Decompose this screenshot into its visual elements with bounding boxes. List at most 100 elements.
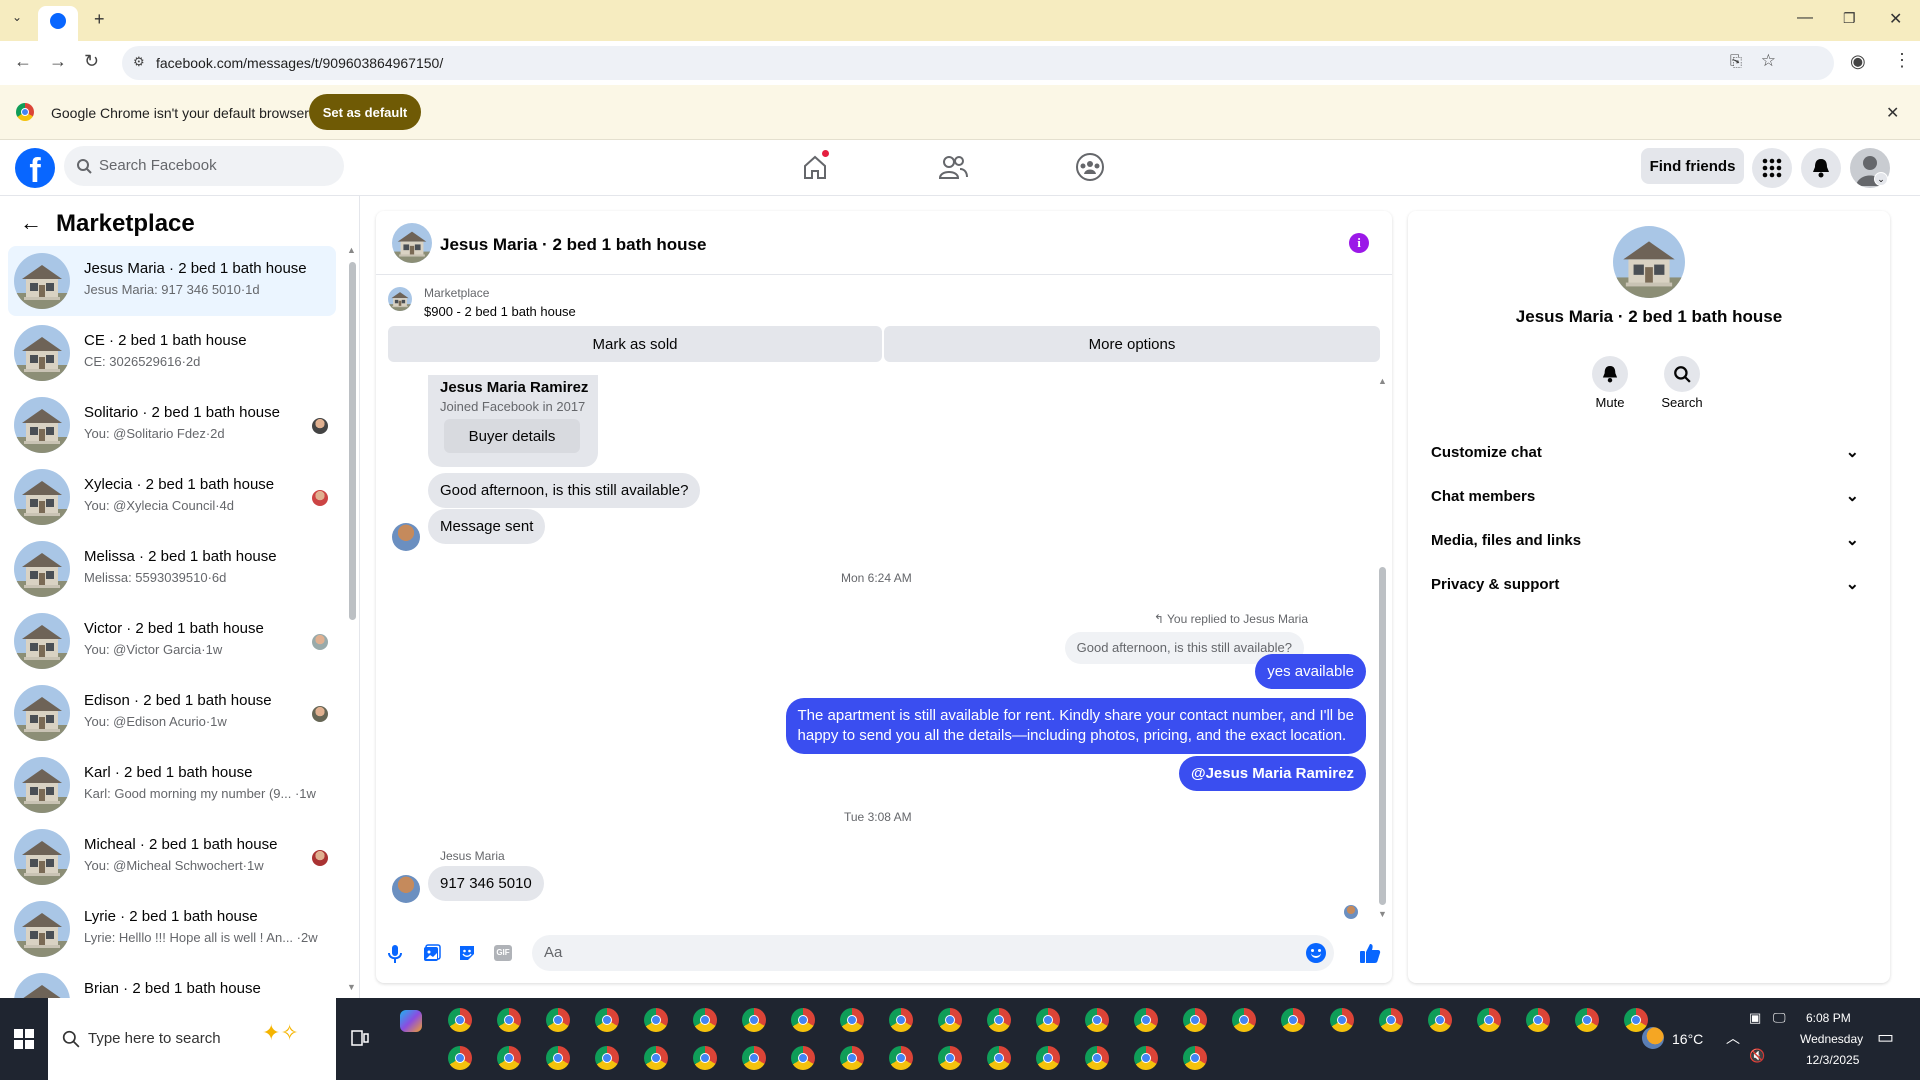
forward-icon[interactable]: → xyxy=(49,51,67,72)
conversation-item[interactable]: CE · 2 bed 1 bath house CE: 3026529616·2d xyxy=(8,318,336,388)
network-icon[interactable]: 🖵 xyxy=(1773,1010,1786,1026)
notifications-button[interactable] xyxy=(1801,148,1841,188)
outgoing-mention[interactable]: @Jesus Maria Ramirez xyxy=(1178,756,1366,791)
chrome-window-icon[interactable] xyxy=(1134,1008,1158,1032)
chrome-window-icon[interactable] xyxy=(791,1046,815,1070)
chrome-window-icon[interactable] xyxy=(889,1046,913,1070)
conversation-item[interactable]: Melissa · 2 bed 1 bath house Melissa: 559… xyxy=(8,534,336,604)
temperature[interactable]: 16°C xyxy=(1672,1031,1703,1047)
chrome-window-icon[interactable] xyxy=(1330,1008,1354,1032)
chrome-window-icon[interactable] xyxy=(791,1008,815,1032)
emoji-icon[interactable] xyxy=(1306,943,1326,963)
listing-price[interactable]: $900 - 2 bed 1 bath house xyxy=(424,304,576,319)
gif-icon[interactable]: GIF xyxy=(494,945,512,961)
clock-time[interactable]: 6:08 PM xyxy=(1806,1011,1851,1025)
set-as-default-button[interactable]: Set as default xyxy=(309,94,421,130)
sticker-icon[interactable] xyxy=(458,944,476,962)
chrome-window-icon[interactable] xyxy=(1085,1046,1109,1070)
incoming-message[interactable]: Good afternoon, is this still available? xyxy=(428,473,701,508)
incoming-message[interactable]: Message sent xyxy=(428,509,546,544)
chrome-window-icon[interactable] xyxy=(1232,1008,1256,1032)
chrome-window-icon[interactable] xyxy=(1134,1046,1158,1070)
chrome-window-icon[interactable] xyxy=(1428,1008,1452,1032)
message-input[interactable]: Aa xyxy=(532,935,1334,971)
chrome-window-icon[interactable] xyxy=(987,1046,1011,1070)
profile-icon[interactable]: ◉ xyxy=(1850,51,1866,72)
scroll-up-icon[interactable]: ▲ xyxy=(347,245,356,255)
listing-thumbnail[interactable] xyxy=(388,287,412,311)
conversation-item[interactable]: Karl · 2 bed 1 bath house Karl: Good morn… xyxy=(8,750,336,820)
chat-scroll-down-icon[interactable]: ▼ xyxy=(1378,909,1387,919)
home-icon[interactable] xyxy=(801,153,829,181)
taskbar-search[interactable]: Type here to search ✦✧ xyxy=(48,998,336,1080)
scroll-down-icon[interactable]: ▼ xyxy=(347,982,356,992)
chrome-window-icon[interactable] xyxy=(840,1008,864,1032)
conversation-item[interactable]: Micheal · 2 bed 1 bath house You: @Michea… xyxy=(8,822,336,892)
details-section[interactable]: Customize chat ⌄ xyxy=(1425,434,1865,470)
minimize-icon[interactable]: — xyxy=(1797,9,1813,27)
install-app-icon[interactable]: ⎘ xyxy=(1730,53,1742,70)
conversation-item[interactable]: Edison · 2 bed 1 bath house You: @Edison … xyxy=(8,678,336,748)
task-view-icon[interactable] xyxy=(351,1028,369,1048)
chrome-window-icon[interactable] xyxy=(1281,1008,1305,1032)
infobar-close-icon[interactable]: ✕ xyxy=(1886,103,1899,123)
chrome-window-icon[interactable] xyxy=(448,1008,472,1032)
windows-start-icon[interactable] xyxy=(14,1029,34,1049)
tab-search-icon[interactable]: ⌄ xyxy=(12,10,22,24)
account-chevron-icon[interactable]: ⌄ xyxy=(1874,172,1888,186)
chrome-window-icon[interactable] xyxy=(497,1046,521,1070)
chat-title[interactable]: Jesus Maria · 2 bed 1 bath house xyxy=(440,235,706,255)
chrome-window-icon[interactable] xyxy=(595,1008,619,1032)
weather-icon[interactable] xyxy=(1642,1027,1664,1049)
chrome-window-icon[interactable] xyxy=(1477,1008,1501,1032)
outgoing-message-long[interactable]: The apartment is still available for ren… xyxy=(785,698,1366,754)
bookmark-star-icon[interactable]: ☆ xyxy=(1761,51,1776,71)
chrome-window-icon[interactable] xyxy=(595,1046,619,1070)
close-window-icon[interactable]: ✕ xyxy=(1889,9,1902,29)
chrome-window-icon[interactable] xyxy=(693,1008,717,1032)
like-thumb-icon[interactable] xyxy=(1359,942,1381,964)
sender-avatar[interactable] xyxy=(392,523,420,551)
conversation-item[interactable]: Brian · 2 bed 1 bath house xyxy=(8,966,336,998)
chrome-window-icon[interactable] xyxy=(1379,1008,1403,1032)
clock-date[interactable]: 12/3/2025 xyxy=(1806,1053,1859,1067)
chrome-window-icon[interactable] xyxy=(987,1008,1011,1032)
details-avatar[interactable] xyxy=(1613,226,1685,298)
back-arrow-icon[interactable]: ← xyxy=(20,210,42,236)
friends-icon[interactable] xyxy=(938,153,968,181)
chrome-window-icon[interactable] xyxy=(889,1008,913,1032)
chrome-window-icon[interactable] xyxy=(546,1008,570,1032)
mark-as-sold-button[interactable]: Mark as sold xyxy=(388,326,882,362)
find-friends-button[interactable]: Find friends xyxy=(1641,148,1744,184)
conversation-item[interactable]: Solitario · 2 bed 1 bath house You: @Soli… xyxy=(8,390,336,460)
facebook-search-input[interactable]: Search Facebook xyxy=(64,146,344,186)
chrome-window-icon[interactable] xyxy=(742,1008,766,1032)
chrome-window-icon[interactable] xyxy=(1575,1008,1599,1032)
buyer-details-button[interactable]: Buyer details xyxy=(444,419,580,453)
chrome-window-icon[interactable] xyxy=(1036,1046,1060,1070)
chrome-window-icon[interactable] xyxy=(1085,1008,1109,1032)
chrome-window-icon[interactable] xyxy=(497,1008,521,1032)
chat-avatar[interactable] xyxy=(392,223,432,263)
chat-scroll-up-icon[interactable]: ▲ xyxy=(1378,376,1387,386)
tab-facebook[interactable] xyxy=(38,6,78,41)
chrome-window-icon[interactable] xyxy=(938,1008,962,1032)
tray-chevron-icon[interactable]: ︿ xyxy=(1726,1028,1740,1048)
incoming-message[interactable]: 917 346 5010 xyxy=(428,866,544,901)
conversation-item[interactable]: Xylecia · 2 bed 1 bath house You: @Xyleci… xyxy=(8,462,336,532)
mute-button[interactable] xyxy=(1592,356,1628,392)
copilot-icon[interactable] xyxy=(400,1010,422,1032)
details-section[interactable]: Chat members ⌄ xyxy=(1425,478,1865,514)
photo-icon[interactable] xyxy=(423,944,441,962)
url-text[interactable]: facebook.com/messages/t/909603864967150/ xyxy=(156,55,443,71)
chrome-window-icon[interactable] xyxy=(1183,1046,1207,1070)
conversation-list-scrollbar[interactable] xyxy=(349,262,356,620)
microphone-icon[interactable] xyxy=(388,944,402,964)
conversation-item[interactable]: Lyrie · 2 bed 1 bath house Lyrie: Helllo … xyxy=(8,894,336,964)
more-options-button[interactable]: More options xyxy=(884,326,1380,362)
chrome-window-icon[interactable] xyxy=(1624,1008,1648,1032)
conversation-item[interactable]: Victor · 2 bed 1 bath house You: @Victor … xyxy=(8,606,336,676)
chrome-window-icon[interactable] xyxy=(644,1008,668,1032)
sender-avatar[interactable] xyxy=(392,875,420,903)
speaker-muted-icon[interactable]: 🔇 xyxy=(1749,1048,1765,1064)
